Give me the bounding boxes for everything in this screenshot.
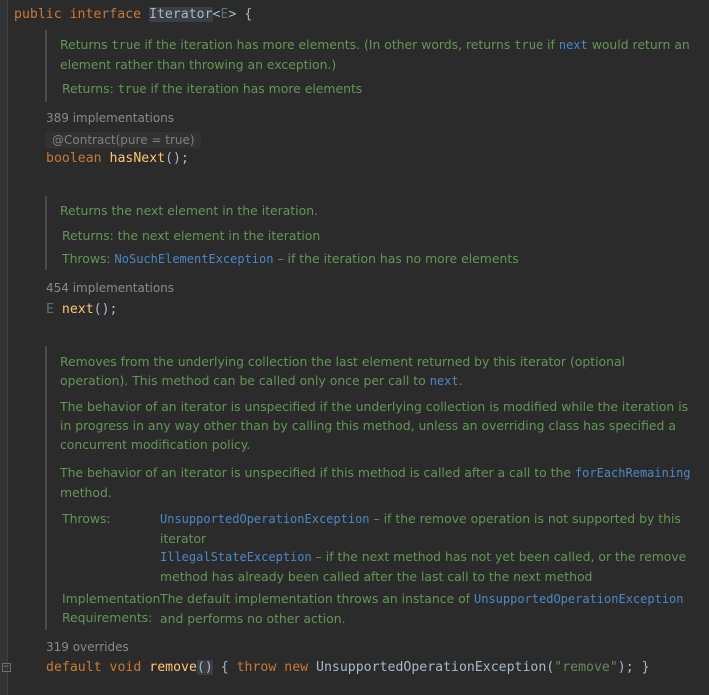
- exception-class[interactable]: UnsupportedOperationException: [316, 660, 546, 675]
- impl-req-label-1: Implementation: [62, 591, 161, 606]
- hasnext-implementations[interactable]: 389 implementations: [46, 110, 174, 126]
- return-type: boolean: [46, 151, 102, 166]
- remove-throws-label: Throws:: [62, 511, 111, 526]
- interface-declaration: public interface Iterator<E> {: [14, 6, 252, 24]
- unsupportedoperation-link[interactable]: UnsupportedOperationException: [160, 512, 370, 526]
- interface-name[interactable]: Iterator: [149, 7, 213, 22]
- remove-javadoc: Removes from the underlying collection t…: [45, 346, 693, 630]
- hasnext-javadoc: Returns true if the iteration has more e…: [45, 30, 693, 102]
- next-implementations[interactable]: 454 implementations: [46, 280, 174, 296]
- next-throws: Throws: NoSuchElementException – if the …: [62, 251, 519, 266]
- next-description: Returns the next element in the iteratio…: [60, 203, 318, 218]
- remove-signature: default void remove() { throw new Unsupp…: [46, 660, 650, 675]
- nosuchelement-link[interactable]: NoSuchElementException: [115, 252, 274, 266]
- hasnext-description: Returns true if the iteration has more e…: [60, 37, 690, 72]
- unsupportedoperation-link-2[interactable]: UnsupportedOperationException: [474, 592, 684, 606]
- remove-overrides[interactable]: 319 overrides: [46, 639, 129, 655]
- next-signature: E next();: [46, 302, 118, 317]
- method-name-hasnext[interactable]: hasNext: [110, 151, 166, 166]
- code-editor[interactable]: public interface Iterator<E> { Returns t…: [8, 0, 709, 695]
- next-link[interactable]: next: [559, 38, 588, 52]
- next-link-2[interactable]: next: [430, 374, 459, 388]
- impl-req-label-2: Requirements:: [62, 610, 153, 625]
- method-name-remove[interactable]: remove: [149, 660, 197, 675]
- illegalstate-link[interactable]: IllegalStateException: [160, 550, 312, 564]
- return-type-e: E: [46, 302, 54, 317]
- remove-description: Removes from the underlying collection t…: [60, 354, 625, 388]
- open-brace: {: [236, 7, 253, 22]
- foreachremaining-link[interactable]: forEachRemaining: [575, 466, 691, 480]
- impl-req-text: The default implementation throws an ins…: [160, 591, 684, 626]
- remove-behavior-1: The behavior of an iterator is unspecifi…: [60, 399, 689, 452]
- remove-behavior-2: The behavior of an iterator is unspecifi…: [60, 465, 691, 500]
- next-javadoc: Returns the next element in the iteratio…: [45, 196, 693, 270]
- remove-throws-2: IllegalStateException – if the next meth…: [160, 549, 687, 584]
- next-returns: Returns: the next element in the iterati…: [62, 228, 321, 243]
- hasnext-returns: Returns: true if the iteration has more …: [62, 81, 363, 96]
- string-literal: "remove": [554, 660, 618, 675]
- remove-throws-1: UnsupportedOperationException – if the r…: [160, 511, 681, 546]
- type-param-open: <: [212, 7, 221, 22]
- contract-annotation: @Contract(pure = true): [46, 132, 201, 148]
- method-name-next[interactable]: next: [62, 302, 94, 317]
- hasnext-signature: boolean hasNext();: [46, 151, 189, 166]
- modifier-keyword: public: [14, 7, 62, 22]
- interface-keyword: interface: [69, 7, 142, 22]
